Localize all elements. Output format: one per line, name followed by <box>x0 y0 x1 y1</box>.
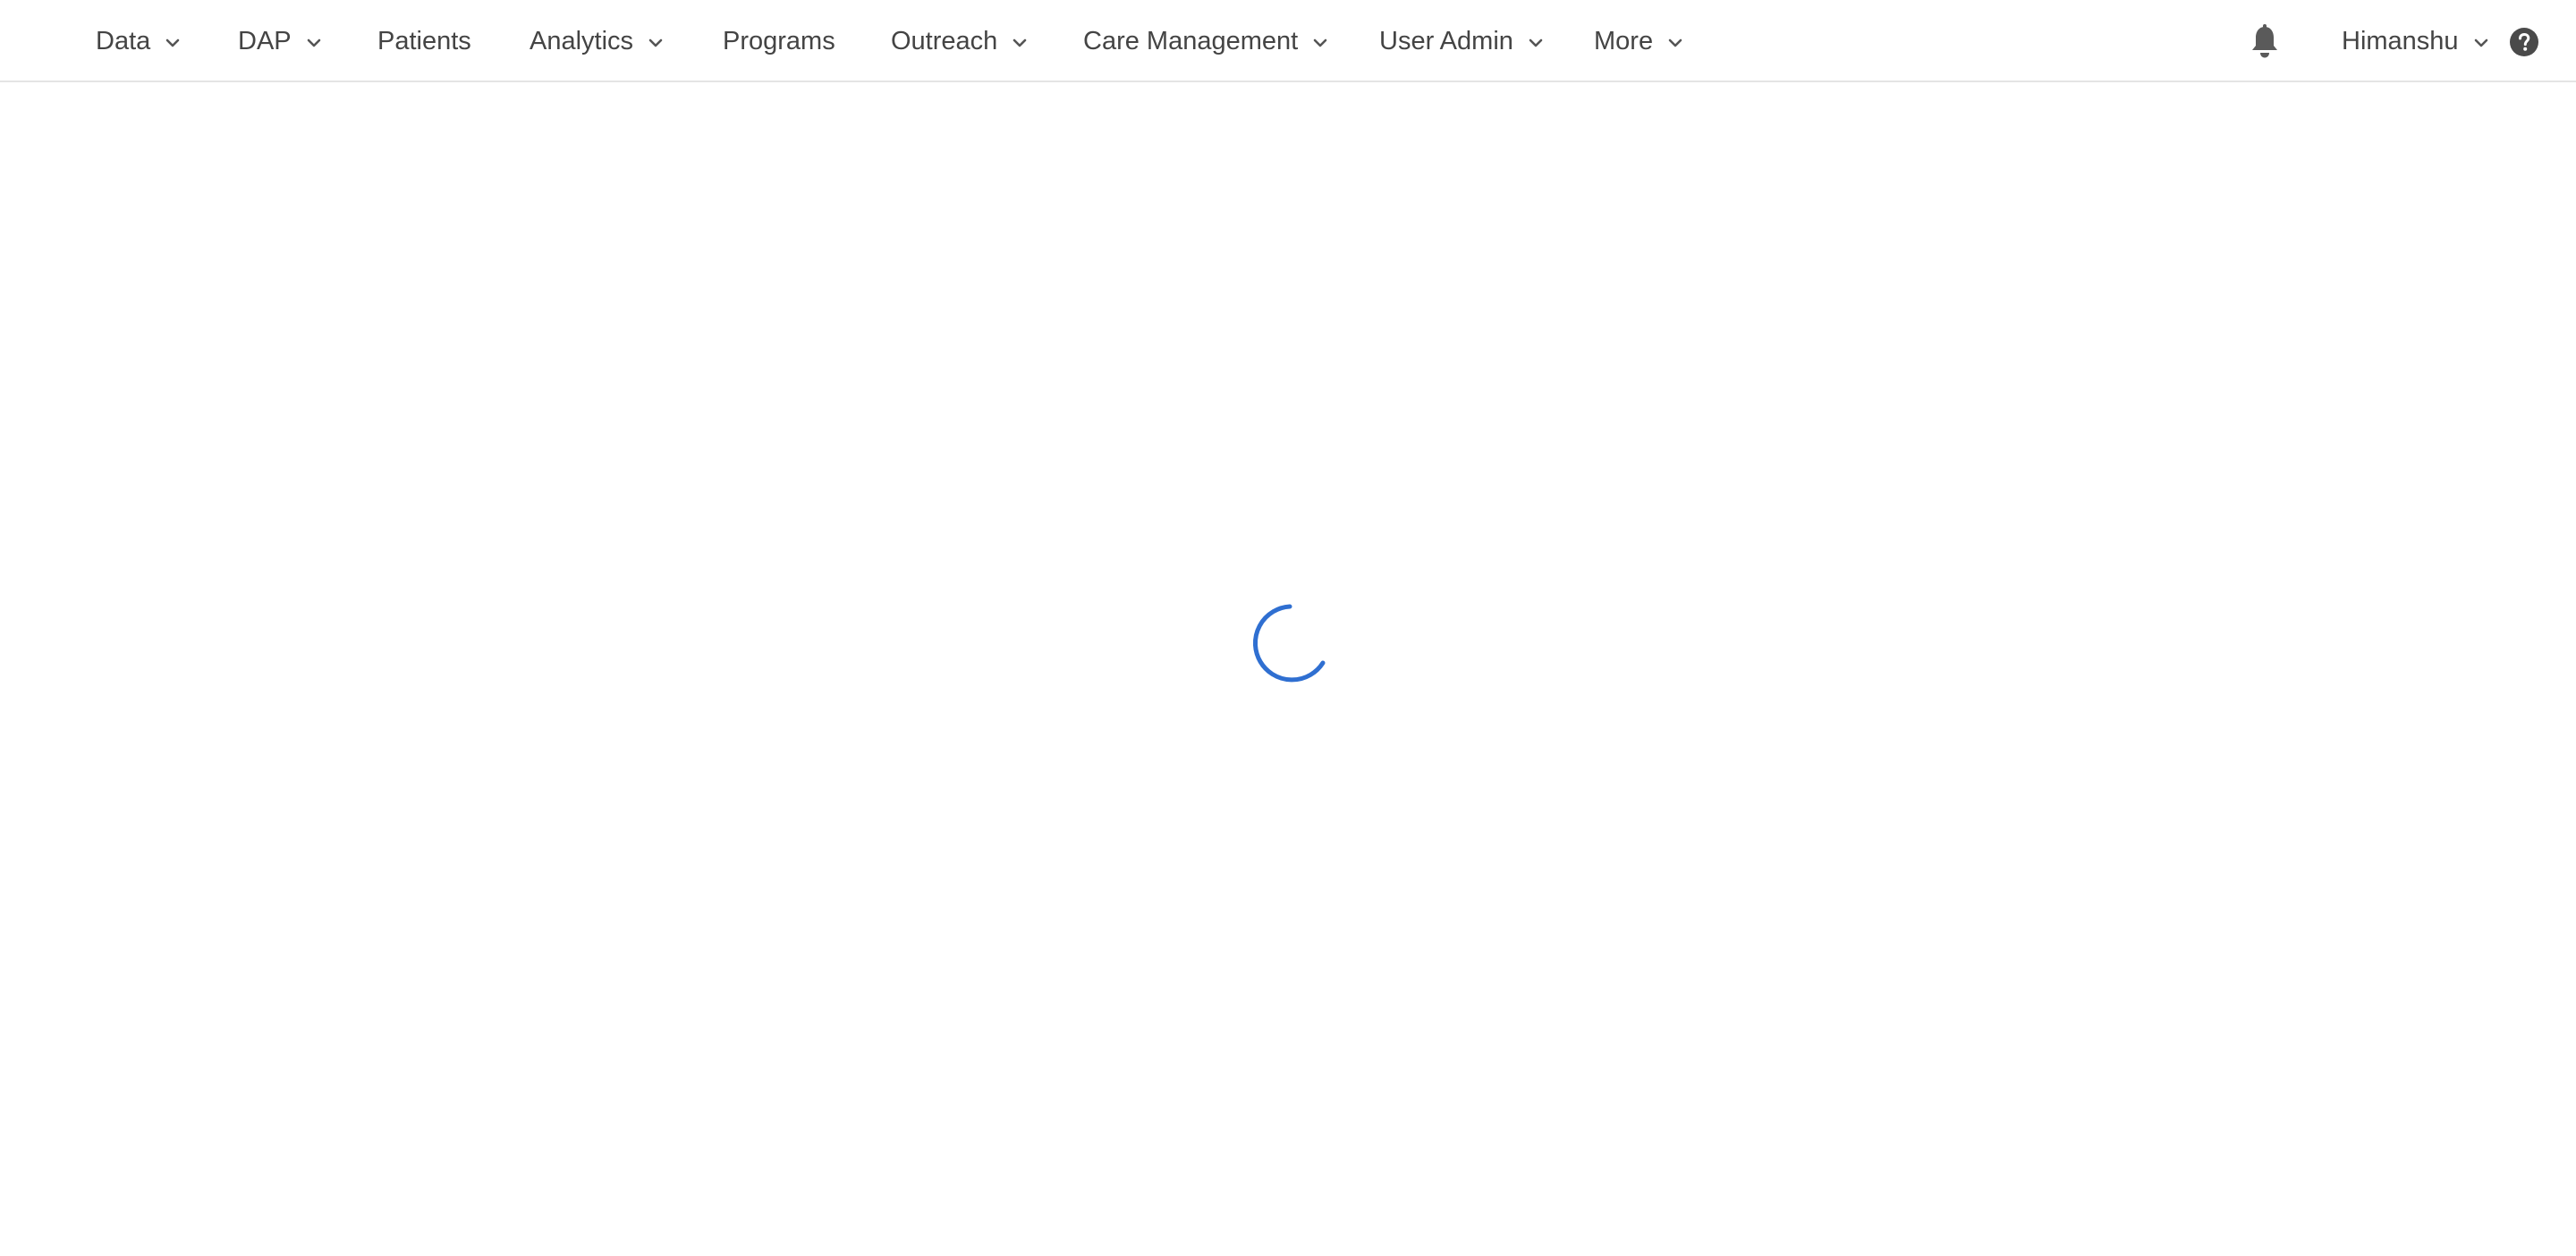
nav-item-outreach[interactable]: Outreach <box>891 0 1030 82</box>
nav-item-label: Analytics <box>530 26 634 55</box>
chevron-down-icon <box>304 33 324 53</box>
nav-item-label: Care Management <box>1083 26 1299 55</box>
top-navigation-bar: Data DAP Patients Analytics Programs Out… <box>0 0 2576 82</box>
chevron-down-icon <box>163 33 182 53</box>
nav-item-label: Programs <box>723 26 835 55</box>
chevron-down-icon <box>646 33 665 53</box>
nav-item-more[interactable]: More <box>1594 0 1685 82</box>
chevron-down-icon <box>1665 33 1685 53</box>
nav-item-label: Outreach <box>891 26 998 55</box>
nav-item-label: User Admin <box>1379 26 1513 55</box>
nav-item-dap[interactable]: DAP <box>238 0 324 82</box>
nav-item-label: Patients <box>377 26 471 55</box>
chevron-down-icon <box>1310 33 1330 53</box>
bell-icon[interactable] <box>2248 23 2282 59</box>
nav-item-data[interactable]: Data <box>96 0 182 82</box>
nav-item-label: More <box>1594 26 1654 55</box>
nav-item-label: Data <box>96 26 151 55</box>
nav-item-patients[interactable]: Patients <box>377 0 471 82</box>
chevron-down-icon <box>1010 33 1030 53</box>
chevron-down-icon <box>1526 33 1546 53</box>
nav-item-user-admin[interactable]: User Admin <box>1379 0 1546 82</box>
chevron-down-icon <box>2471 33 2491 53</box>
nav-item-care-management[interactable]: Care Management <box>1083 0 1330 82</box>
help-icon[interactable] <box>2509 27 2539 57</box>
loading-spinner <box>1247 602 1329 684</box>
nav-item-analytics[interactable]: Analytics <box>530 0 665 82</box>
user-name: Himanshu <box>2342 26 2459 55</box>
nav-item-label: DAP <box>238 26 292 55</box>
nav-item-programs[interactable]: Programs <box>723 0 835 82</box>
user-menu[interactable]: Himanshu <box>2342 0 2491 82</box>
